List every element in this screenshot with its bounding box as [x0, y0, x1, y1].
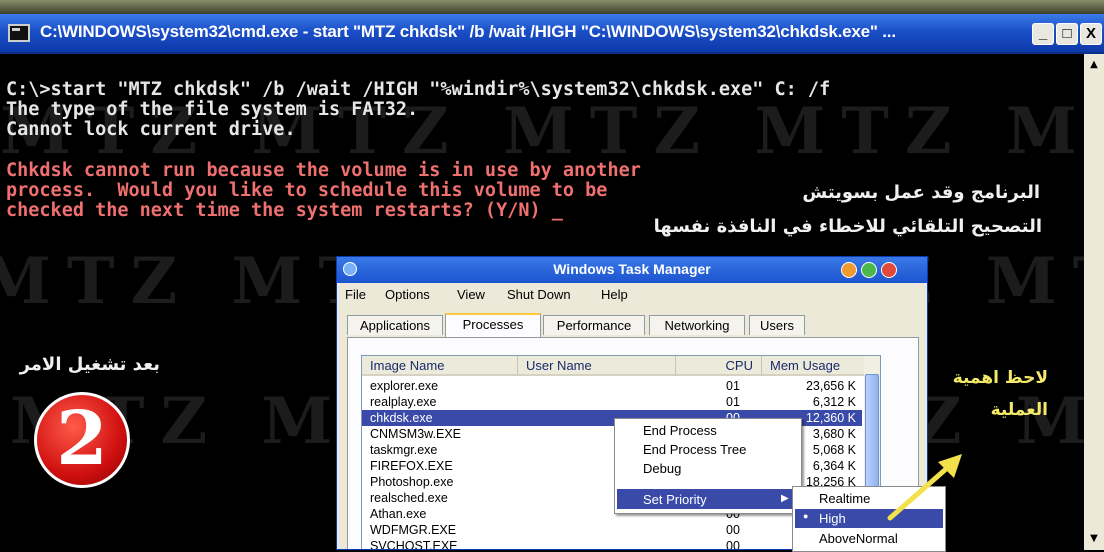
scroll-up-icon[interactable]: ▲ — [1087, 58, 1101, 72]
priority-high[interactable]: High — [819, 511, 846, 526]
process-name: realsched.exe — [370, 491, 448, 505]
tab-networking[interactable]: Networking — [649, 315, 745, 335]
process-name: CNMSM3w.EXE — [370, 427, 461, 441]
process-mem: 6,364 K — [812, 459, 856, 473]
console-line: Cannot lock current drive. — [6, 119, 296, 140]
process-name: realplay.exe — [370, 395, 437, 409]
annotation-text: التصحيح التلقائي للاخطاء في النافذة نفسه… — [653, 216, 1042, 237]
close-button[interactable]: X — [1080, 23, 1102, 45]
task-manager-title-bar[interactable]: Windows Task Manager — [337, 257, 927, 283]
cmd-title-bar[interactable]: C:\WINDOWS\system32\cmd.exe - start "MTZ… — [0, 14, 1104, 54]
close-button[interactable] — [881, 262, 897, 278]
pointer-arrow-icon — [887, 454, 962, 521]
process-name: explorer.exe — [370, 379, 439, 393]
process-mem: 6,312 K — [812, 395, 856, 409]
console-line: The type of the file system is FAT32. — [6, 99, 419, 120]
desktop-strip — [0, 0, 1104, 14]
minimize-button[interactable] — [841, 262, 857, 278]
submenu-arrow-icon: ▶ — [781, 493, 789, 504]
console-scrollbar[interactable]: ▲ ▼ — [1084, 54, 1104, 550]
process-mem: 3,680 K — [812, 427, 856, 441]
step-number-badge: 2 — [34, 392, 130, 488]
table-row[interactable]: WDFMGR.EXE 00 — [362, 522, 862, 538]
column-image-name[interactable]: Image Name — [362, 356, 518, 376]
priority-realtime[interactable]: Realtime — [819, 491, 870, 506]
menu-item-end-process-tree[interactable]: End Process Tree — [643, 442, 746, 457]
table-row[interactable]: explorer.exe 01 23,656 K — [362, 378, 862, 394]
process-name: Athan.exe — [370, 507, 427, 521]
process-mem: 5,068 K — [812, 443, 856, 457]
tab-performance[interactable]: Performance — [543, 315, 645, 335]
process-mem: 12,360 K — [805, 411, 856, 425]
maximize-button[interactable]: □ — [1056, 23, 1078, 45]
bullet-icon: ● — [803, 511, 809, 521]
menu-item-set-priority[interactable]: Set Priority — [643, 492, 707, 507]
process-cpu: 01 — [726, 395, 740, 409]
table-row[interactable]: realplay.exe 01 6,312 K — [362, 394, 862, 410]
tab-processes[interactable]: Processes — [445, 313, 541, 337]
tab-users[interactable]: Users — [749, 315, 805, 335]
menu-item-debug[interactable]: Debug — [643, 461, 681, 476]
menu-item-end-process[interactable]: End Process — [643, 423, 717, 438]
process-mem: 23,656 K — [805, 379, 856, 393]
process-name: Photoshop.exe — [370, 475, 454, 489]
menu-options[interactable]: Options — [385, 287, 430, 302]
table-row[interactable]: SVCHOST.EXE 00 — [362, 538, 862, 550]
process-cpu: 00 — [726, 539, 740, 550]
cmd-icon — [8, 24, 30, 42]
process-name: WDFMGR.EXE — [370, 523, 457, 537]
console-line: C:\>start "MTZ chkdsk" /b /wait /HIGH "%… — [6, 79, 831, 100]
process-cpu: 01 — [726, 379, 740, 393]
annotation-text: لاحظ اهمية — [952, 368, 1048, 388]
console-error-line: Chkdsk cannot run because the volume is … — [6, 160, 641, 181]
minimize-button[interactable]: _ — [1032, 23, 1054, 45]
task-manager-menubar: File Options View Shut Down Help — [337, 283, 927, 305]
scroll-down-icon[interactable]: ▼ — [1087, 532, 1101, 546]
task-manager-tabs: Applications Processes Performance Netwo… — [337, 313, 927, 337]
maximize-button[interactable] — [861, 262, 877, 278]
menu-file[interactable]: File — [345, 287, 366, 302]
column-cpu[interactable]: CPU — [676, 356, 762, 376]
process-cpu: 00 — [726, 523, 740, 537]
process-name: chkdsk.exe — [370, 411, 433, 425]
annotation-text: بعد تشغيل الامر — [19, 354, 160, 375]
console-error-line: process. Would you like to schedule this… — [6, 180, 608, 201]
process-name: taskmgr.exe — [370, 443, 438, 457]
task-manager-title: Windows Task Manager — [553, 261, 711, 277]
menu-shut-down[interactable]: Shut Down — [507, 287, 571, 302]
process-context-menu[interactable]: End Process End Process Tree Debug Set P… — [614, 418, 802, 514]
annotation-text: البرنامج وقد عمل بسويتش — [802, 182, 1040, 203]
column-mem-usage[interactable]: Mem Usage — [762, 356, 866, 376]
console-prompt-line: checked the next time the system restart… — [6, 200, 563, 221]
tab-applications[interactable]: Applications — [347, 315, 443, 335]
process-name: SVCHOST.EXE — [370, 539, 458, 550]
column-user-name[interactable]: User Name — [518, 356, 676, 376]
menu-help[interactable]: Help — [601, 287, 628, 302]
menu-view[interactable]: View — [457, 287, 485, 302]
cmd-window-title: C:\WINDOWS\system32\cmd.exe - start "MTZ… — [40, 22, 896, 41]
process-name: FIREFOX.EXE — [370, 459, 453, 473]
annotation-text: العملية — [990, 400, 1048, 420]
